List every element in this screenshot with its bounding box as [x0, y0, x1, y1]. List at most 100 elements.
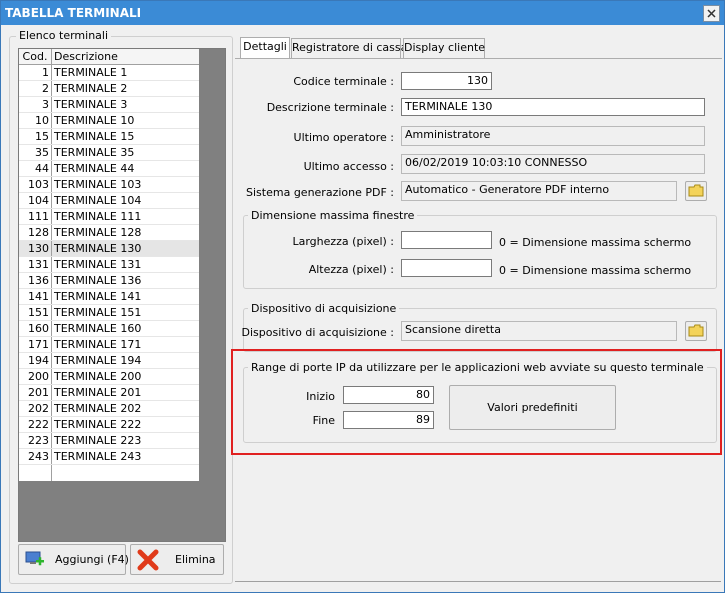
ultimo-accesso-label: Ultimo accesso :: [303, 160, 394, 173]
codice-terminale-label: Codice terminale :: [293, 75, 394, 88]
row-description: TERMINALE 201: [54, 386, 142, 399]
row-code: 223: [19, 433, 52, 448]
row-description: TERMINALE 194: [54, 354, 142, 367]
table-row[interactable]: 111 TERMINALE 111: [19, 209, 199, 225]
row-description: TERMINALE 160: [54, 322, 142, 335]
row-code: 130: [19, 241, 52, 256]
row-code: 194: [19, 353, 52, 368]
panel-bottom-divider: [235, 581, 721, 582]
row-description: TERMINALE 10: [54, 114, 135, 127]
ultimo-operatore-label: Ultimo operatore :: [293, 131, 394, 144]
terminal-list[interactable]: Cod. Descrizione 1 TERMINALE 1 2 TERMINALE …: [18, 48, 226, 542]
terminal-list-header: Cod. Descrizione: [19, 49, 199, 65]
altezza-hint: 0 = Dimensione massima schermo: [499, 264, 692, 277]
table-row[interactable]: 160 TERMINALE 160: [19, 321, 199, 337]
table-row[interactable]: 15 TERMINALE 15: [19, 129, 199, 145]
row-description: TERMINALE 151: [54, 306, 142, 319]
altezza-label: Altezza (pixel) :: [308, 263, 394, 276]
row-description: TERMINALE 35: [54, 146, 135, 159]
table-row[interactable]: 141 TERMINALE 141: [19, 289, 199, 305]
row-description: TERMINALE 2: [54, 82, 128, 95]
add-terminal-button-label: Aggiungi (F4): [55, 553, 129, 566]
row-code: 35: [19, 145, 52, 160]
window-title: TABELLA TERMINALI: [5, 6, 142, 20]
dispositivo-acquisizione-value: Scansione diretta: [401, 321, 677, 341]
table-row[interactable]: 202 TERMINALE 202: [19, 401, 199, 417]
row-code: 128: [19, 225, 52, 240]
pdf-browse-button[interactable]: [685, 181, 707, 201]
delete-terminal-button[interactable]: Elimina: [130, 544, 224, 575]
row-code: 222: [19, 417, 52, 432]
table-row[interactable]: 35 TERMINALE 35: [19, 145, 199, 161]
table-row[interactable]: 1 TERMINALE 1: [19, 65, 199, 81]
descrizione-terminale-input[interactable]: TERMINALE 130: [401, 98, 705, 116]
table-row[interactable]: 104 TERMINALE 104: [19, 193, 199, 209]
larghezza-input[interactable]: [401, 231, 492, 249]
row-code: 202: [19, 401, 52, 416]
row-code: 171: [19, 337, 52, 352]
row-code: 103: [19, 177, 52, 192]
tab-display-cliente[interactable]: Display cliente: [403, 38, 485, 58]
row-code: 2: [19, 81, 52, 96]
terminal-list-body: Cod. Descrizione 1 TERMINALE 1 2 TERMINALE …: [19, 49, 199, 481]
row-description: TERMINALE 104: [54, 194, 142, 207]
row-description: TERMINALE 223: [54, 434, 142, 447]
altezza-input[interactable]: [401, 259, 492, 277]
table-row[interactable]: 151 TERMINALE 151: [19, 305, 199, 321]
row-description: TERMINALE 202: [54, 402, 142, 415]
tab-registratore-di-cassa[interactable]: Registratore di cassa: [291, 38, 407, 58]
table-row[interactable]: 103 TERMINALE 103: [19, 177, 199, 193]
row-description: TERMINALE 3: [54, 98, 128, 111]
row-description: TERMINALE 222: [54, 418, 142, 431]
close-button[interactable]: [703, 5, 720, 22]
larghezza-hint: 0 = Dimensione massima schermo: [499, 236, 692, 249]
table-row[interactable]: 2 TERMINALE 2: [19, 81, 199, 97]
descrizione-terminale-label: Descrizione terminale :: [266, 101, 394, 114]
table-row[interactable]: 222 TERMINALE 222: [19, 417, 199, 433]
acquisizione-browse-button[interactable]: [685, 321, 707, 341]
dimensione-group: [243, 215, 717, 289]
row-description: TERMINALE 103: [54, 178, 142, 191]
terminal-rows: 1 TERMINALE 1 2 TERMINALE 2 3 TERMINALE 3 10 TE…: [19, 65, 199, 465]
table-row[interactable]: 131 TERMINALE 131: [19, 257, 199, 273]
row-description: TERMINALE 1: [54, 66, 128, 79]
table-row[interactable]: 128 TERMINALE 128: [19, 225, 199, 241]
column-header-code[interactable]: Cod.: [19, 49, 52, 64]
column-header-description[interactable]: Descrizione: [52, 49, 194, 64]
row-description: TERMINALE 200: [54, 370, 142, 383]
sistema-pdf-label: Sistema generazione PDF :: [246, 186, 394, 199]
tab-dettagli[interactable]: Dettagli: [240, 37, 290, 59]
acquisizione-group-label: Dispositivo di acquisizione: [248, 302, 400, 315]
highlight-box: [231, 349, 722, 455]
sistema-pdf-value: Automatico - Generatore PDF interno: [401, 181, 677, 201]
row-code: 136: [19, 273, 52, 288]
table-row[interactable]: 3 TERMINALE 3: [19, 97, 199, 113]
table-row[interactable]: 130 TERMINALE 130: [19, 241, 199, 257]
row-description: TERMINALE 128: [54, 226, 142, 239]
row-code: 3: [19, 97, 52, 112]
row-description: TERMINALE 131: [54, 258, 142, 271]
terminal-table-window: TABELLA TERMINALI Elenco terminali Cod. …: [0, 0, 725, 593]
row-description: TERMINALE 130: [54, 242, 142, 255]
table-row[interactable]: 171 TERMINALE 171: [19, 337, 199, 353]
table-row[interactable]: 243 TERMINALE 243: [19, 449, 199, 465]
row-description: TERMINALE 243: [54, 450, 142, 463]
add-monitor-icon: [25, 551, 44, 566]
row-code: 151: [19, 305, 52, 320]
codice-terminale-input[interactable]: 130: [401, 72, 492, 90]
larghezza-label: Larghezza (pixel) :: [292, 235, 394, 248]
table-row[interactable]: 223 TERMINALE 223: [19, 433, 199, 449]
delete-terminal-button-label: Elimina: [175, 553, 216, 566]
dispositivo-acquisizione-label: Dispositivo di acquisizione :: [241, 326, 395, 339]
ultimo-operatore-value: Amministratore: [401, 126, 705, 146]
table-row[interactable]: 200 TERMINALE 200: [19, 369, 199, 385]
row-description: TERMINALE 111: [54, 210, 142, 223]
table-row[interactable]: 136 TERMINALE 136: [19, 273, 199, 289]
ultimo-accesso-value: 06/02/2019 10:03:10 CONNESSO: [401, 154, 705, 174]
table-row[interactable]: 10 TERMINALE 10: [19, 113, 199, 129]
table-row[interactable]: 44 TERMINALE 44: [19, 161, 199, 177]
table-row[interactable]: 194 TERMINALE 194: [19, 353, 199, 369]
add-terminal-button[interactable]: Aggiungi (F4): [18, 544, 129, 575]
table-row[interactable]: 201 TERMINALE 201: [19, 385, 199, 401]
row-code: 131: [19, 257, 52, 272]
